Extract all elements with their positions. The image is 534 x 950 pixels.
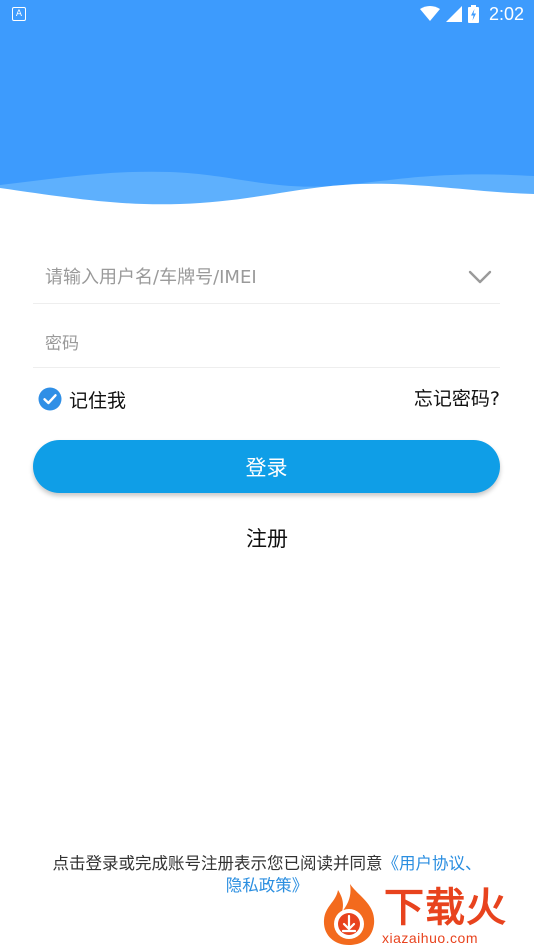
- status-time: 2:02: [488, 3, 524, 24]
- battery-charging-icon: [467, 5, 479, 23]
- forgot-password-link[interactable]: 忘记密码?: [414, 386, 500, 412]
- status-bar: A 2:02: [0, 0, 534, 28]
- register-link[interactable]: 注册: [236, 523, 298, 553]
- watermark-logo-icon: [323, 884, 375, 945]
- wifi-icon: [419, 6, 440, 21]
- watermark-brand: 下载火: [384, 885, 507, 931]
- user-agreement-link[interactable]: 《用户协议、: [383, 854, 482, 873]
- checkbox-checked-icon[interactable]: [38, 387, 62, 411]
- password-input[interactable]: [45, 320, 465, 367]
- login-button[interactable]: 登录: [33, 440, 500, 493]
- header-wave-background: [0, 0, 534, 215]
- agreement-prefix: 点击登录或完成账号注册表示您已阅读并同意: [52, 854, 383, 873]
- app-notification-icon: A: [12, 7, 26, 21]
- watermark: 下载火 xiazaihuo.com: [318, 880, 534, 950]
- remember-me-label: 记住我: [69, 389, 127, 412]
- cell-signal-icon: [445, 6, 462, 22]
- remember-me-checkbox[interactable]: 记住我: [38, 386, 126, 412]
- privacy-policy-link[interactable]: 隐私政策》: [226, 876, 309, 895]
- username-field: [33, 252, 500, 304]
- username-input[interactable]: [45, 252, 465, 303]
- password-field: [33, 320, 500, 368]
- register-link-wrapper: 注册: [0, 523, 534, 553]
- watermark-url: xiazaihuo.com: [382, 930, 478, 946]
- chevron-down-icon[interactable]: [468, 268, 492, 288]
- header-banner: A 2:02: [0, 0, 534, 215]
